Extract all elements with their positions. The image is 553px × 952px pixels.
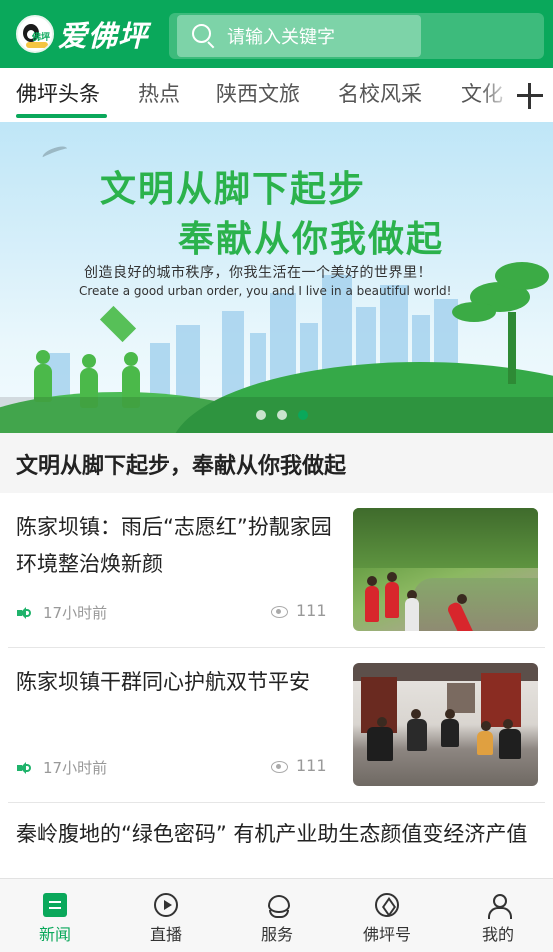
- tree-graphic: [508, 312, 516, 384]
- carousel-dot[interactable]: [256, 410, 266, 420]
- top-header: 佛坪 爱佛坪 请输入关键字: [0, 0, 553, 68]
- news-thumbnail: [353, 663, 538, 786]
- news-icon: [43, 893, 67, 917]
- speaker-icon[interactable]: [16, 606, 32, 620]
- nav-live-label: 直播: [149, 925, 182, 944]
- news-views: 111: [296, 756, 327, 775]
- nav-live[interactable]: 直播: [111, 879, 221, 952]
- nav-news[interactable]: 新闻: [0, 879, 110, 952]
- active-tab-indicator: [16, 114, 107, 118]
- banner-caption-text: 文明从脚下起步，奉献从你我做起: [16, 454, 347, 479]
- tab-fade: [480, 68, 512, 122]
- logo-badge-icon: 佛坪: [16, 15, 54, 53]
- banner-caption[interactable]: 文明从脚下起步，奉献从你我做起: [0, 433, 553, 493]
- carousel-dot[interactable]: [277, 410, 287, 420]
- user-icon: [486, 893, 512, 919]
- nav-mine[interactable]: 我的: [443, 879, 553, 952]
- news-title: 陈家坝镇干群同心护航双节平安: [16, 670, 310, 694]
- nav-service-label: 服务: [260, 925, 293, 944]
- banner-carousel[interactable]: 文明从脚下起步 奉献从你我做起 创造良好的城市秩序，你我生活在一个美好的世界里！…: [0, 122, 553, 433]
- tab-hot[interactable]: 热点: [138, 78, 180, 108]
- carousel-dot-active[interactable]: [298, 410, 308, 420]
- bottom-navigation: 新闻 直播 服务 佛坪号 我的: [0, 878, 553, 952]
- banner-title-line2: 奉献从你我做起: [178, 219, 445, 260]
- bird-graphic: [41, 143, 69, 163]
- nav-mine-label: 我的: [481, 925, 514, 944]
- category-tabs: 佛坪头条 热点 陕西文旅 名校风采 文化: [0, 68, 553, 122]
- banner-subtitle-en: Create a good urban order, you and I liv…: [79, 284, 452, 298]
- play-circle-icon: [154, 893, 178, 917]
- news-views: 111: [296, 601, 327, 620]
- banner-subtitle: 创造良好的城市秩序，你我生活在一个美好的世界里！: [84, 265, 432, 281]
- search-bar[interactable]: 请输入关键字: [169, 13, 544, 59]
- add-channel-button[interactable]: [512, 76, 548, 116]
- nav-fopinghao-label: 佛坪号: [362, 925, 411, 944]
- tree-crown: [495, 262, 549, 290]
- search-icon: [191, 23, 217, 49]
- banner-title-line1: 文明从脚下起步: [100, 169, 367, 210]
- search-input[interactable]: 请输入关键字: [177, 15, 421, 57]
- logo-text: 爱佛坪: [58, 19, 149, 53]
- search-placeholder: 请输入关键字: [227, 27, 335, 48]
- news-title: 秦岭腹地的“绿色密码” 有机产业助生态颜值变经济产值: [16, 822, 528, 846]
- service-heart-icon: [265, 893, 290, 918]
- news-item[interactable]: 陈家坝镇干群同心护航双节平安 17小时前 111: [0, 648, 553, 803]
- nav-service[interactable]: 服务: [222, 879, 332, 952]
- news-time: 17小时前: [43, 759, 108, 777]
- tab-school[interactable]: 名校风采: [338, 78, 422, 108]
- news-time: 17小时前: [43, 604, 108, 622]
- app-logo[interactable]: 佛坪 爱佛坪: [16, 13, 148, 55]
- app-root: 佛坪 爱佛坪 请输入关键字 佛坪头条 热点 陕西文旅 名校风采 文化: [0, 0, 553, 952]
- compass-icon: [375, 893, 399, 917]
- news-title: 陈家坝镇：雨后“志愿红”扮靓家园 环境整治焕新颜: [16, 515, 332, 576]
- news-meta: 17小时前 111: [16, 601, 327, 625]
- tab-shaanxi-travel[interactable]: 陕西文旅: [216, 78, 300, 108]
- speaker-icon[interactable]: [16, 761, 32, 775]
- tree-crown: [452, 302, 496, 322]
- news-item[interactable]: 陈家坝镇：雨后“志愿红”扮靓家园 环境整治焕新颜 17小时前 111: [0, 493, 553, 648]
- eye-icon: [271, 761, 288, 773]
- carousel-indicator: [256, 410, 308, 420]
- tab-headlines[interactable]: 佛坪头条: [16, 78, 100, 108]
- news-item[interactable]: 秦岭腹地的“绿色密码” 有机产业助生态颜值变经济产值: [0, 803, 553, 878]
- eye-icon: [271, 606, 288, 618]
- news-thumbnail: [353, 508, 538, 631]
- nav-fopinghao[interactable]: 佛坪号: [332, 879, 442, 952]
- news-meta: 17小时前 111: [16, 756, 327, 780]
- nav-news-label: 新闻: [38, 925, 71, 944]
